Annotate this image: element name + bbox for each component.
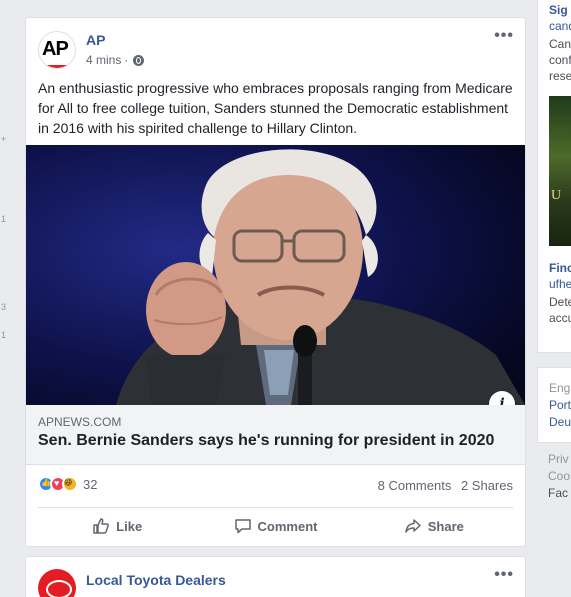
news-feed-post: AP AP 4 mins · ••• An enthusiastic progr…: [25, 17, 526, 547]
sidebar-text[interactable]: Finc: [549, 260, 571, 276]
footer-link[interactable]: Priv: [548, 451, 569, 467]
suggested-box: Sig cand Can conf rese U Finc ufhe Dete …: [537, 0, 571, 353]
ap-logo-underline: [39, 65, 75, 68]
action-divider: [38, 507, 513, 508]
like-label: Like: [116, 518, 143, 534]
sidebar-text: Eng: [549, 381, 571, 395]
post-text: An enthusiastic progressive who embraces…: [38, 80, 513, 136]
language-box: Eng Port Deu: [537, 367, 571, 443]
left-rail-mark: 3: [1, 302, 7, 312]
post-actions: Like Comment Share: [38, 512, 513, 540]
comment-label: Comment: [257, 518, 318, 534]
share-button[interactable]: Share: [355, 512, 513, 540]
haha-reaction-icon: [62, 476, 78, 492]
share-arrow-icon: [405, 519, 421, 533]
bernie-sanders-photo: [26, 145, 525, 405]
meta-separator: ·: [124, 53, 129, 67]
left-rail: + 1 3 1: [0, 0, 14, 597]
post-timestamp[interactable]: 4 mins: [86, 53, 121, 67]
language-link[interactable]: Port: [549, 397, 571, 413]
public-globe-icon[interactable]: [133, 54, 145, 66]
footer-text: Fac: [548, 486, 569, 500]
sponsored-post: Local Toyota Dealers •••: [25, 556, 526, 597]
ap-logo: AP: [42, 38, 69, 60]
thumbs-up-icon: [93, 518, 110, 534]
shares-count-link[interactable]: 2 Shares: [461, 478, 513, 493]
link-domain: APNEWS.COM: [38, 415, 122, 429]
share-label: Share: [427, 518, 464, 534]
more-options-icon[interactable]: •••: [494, 28, 514, 44]
advertiser-name-link[interactable]: Local Toyota Dealers: [86, 572, 226, 588]
left-rail-mark: 1: [1, 330, 7, 340]
right-sidebar: Sig cand Can conf rese U Finc ufhe Dete …: [537, 0, 571, 597]
language-link[interactable]: Deu: [549, 414, 571, 430]
reaction-count[interactable]: 32: [83, 477, 97, 492]
comment-button[interactable]: Comment: [196, 512, 354, 540]
left-rail-mark: 1: [1, 214, 7, 224]
sidebar-text: Can: [549, 37, 571, 51]
footer-link[interactable]: Coo: [548, 468, 570, 484]
sidebar-text: Dete: [549, 295, 571, 309]
reactions-summary[interactable]: 32: [38, 476, 97, 492]
page-avatar[interactable]: AP: [38, 31, 76, 69]
page-name-link[interactable]: AP: [86, 32, 105, 48]
link-preview-image[interactable]: i: [26, 145, 525, 405]
sidebar-text[interactable]: ufhe: [549, 276, 571, 292]
engagement-stats: 8 Comments 2 Shares: [378, 478, 513, 493]
post-meta: 4 mins ·: [86, 53, 145, 67]
sidebar-text[interactable]: cand: [549, 18, 571, 34]
toyota-logo[interactable]: [38, 569, 76, 597]
left-rail-mark: +: [1, 134, 7, 144]
comments-count-link[interactable]: 8 Comments: [378, 478, 452, 493]
sidebar-text: accu: [549, 311, 571, 325]
comment-icon: [234, 519, 251, 534]
sidebar-text[interactable]: Sig: [549, 2, 568, 18]
more-options-icon[interactable]: •••: [494, 567, 514, 583]
link-title[interactable]: Sen. Bernie Sanders says he's running fo…: [38, 432, 494, 450]
sidebar-thumbnail[interactable]: U: [549, 96, 571, 246]
link-preview[interactable]: APNEWS.COM Sen. Bernie Sanders says he's…: [26, 405, 525, 465]
like-button[interactable]: Like: [38, 512, 196, 540]
sidebar-text: rese: [549, 69, 571, 83]
sidebar-text: conf: [549, 53, 571, 67]
